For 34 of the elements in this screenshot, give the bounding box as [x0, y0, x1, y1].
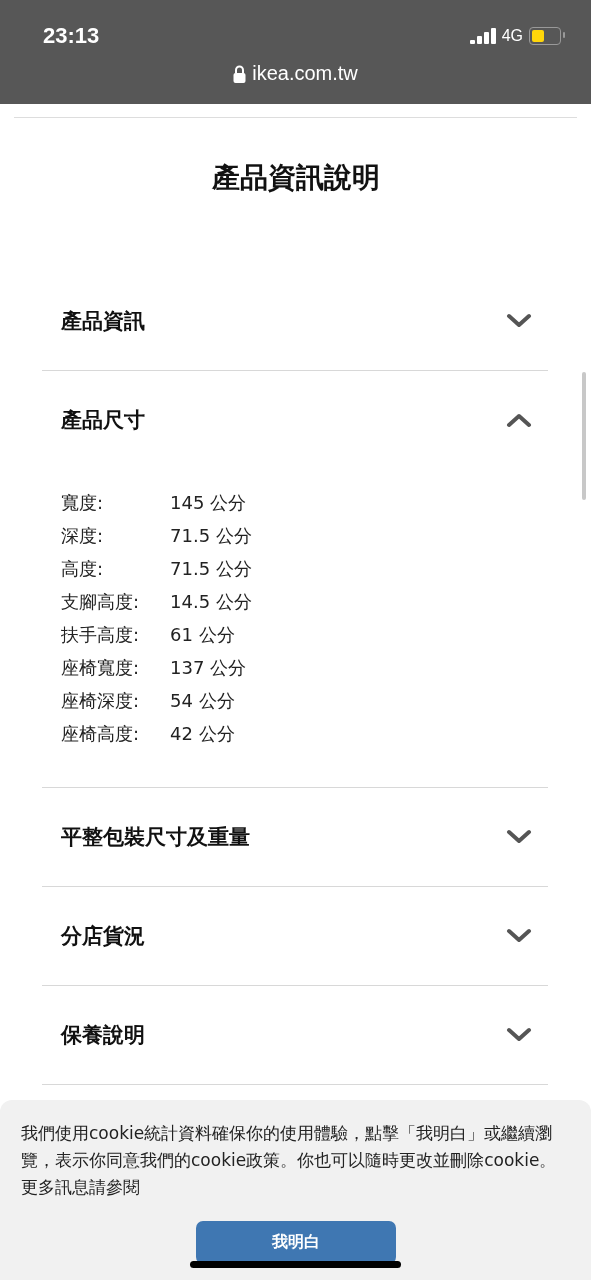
dimension-label: 深度: [61, 524, 105, 548]
chevron-down-icon [506, 829, 532, 845]
accordion-header[interactable]: 分店貨況 [42, 887, 548, 985]
dimension-label: 寬度: [61, 491, 105, 515]
dimension-value: 71.5 公分 [170, 557, 253, 581]
dimension-value: 137 公分 [170, 656, 248, 680]
cookie-notice: 我們使用cookie統計資料確保你的使用體驗，點擊「我明白」或繼續瀏覽，表示你同意我們的cookie政策。你也可以隨時更改並刪除cookie。更多訊息請參閱 [21, 1122, 558, 1199]
dimension-label: 座椅深度: [61, 689, 141, 713]
page-title: 產品資訊說明 [210, 160, 381, 196]
status-time: 23:13 [43, 23, 100, 49]
signal-icon [469, 28, 496, 44]
accept-button[interactable]: 我明白 [196, 1221, 396, 1264]
chevron-up-icon [506, 412, 532, 428]
dimension-label: 支腳高度: [61, 590, 141, 614]
accordion-header[interactable]: 保養說明 [42, 986, 548, 1084]
dimension-label: 座椅寬度: [61, 656, 141, 680]
chevron-down-icon [506, 928, 532, 944]
dimension-value: 71.5 公分 [170, 524, 253, 548]
dimension-value: 145 公分 [170, 491, 248, 515]
dimension-value: 42 公分 [170, 722, 236, 746]
dimension-label: 高度: [61, 557, 105, 581]
dimension-label: 座椅高度: [61, 722, 141, 746]
chevron-down-icon [506, 1027, 532, 1043]
chevron-down-icon [506, 313, 532, 329]
dimension-value: 54 公分 [170, 689, 236, 713]
dimension-label: 扶手高度: [61, 623, 141, 647]
url-text[interactable]: ikea.com.tw [252, 62, 358, 85]
dimension-value: 61 公分 [170, 623, 236, 647]
lock-icon [233, 64, 247, 83]
dimension-value: 14.5 公分 [170, 590, 253, 614]
network-type: 4G [501, 27, 523, 45]
accordion-header[interactable]: 平整包裝尺寸及重量 [42, 788, 548, 886]
accordion-header[interactable]: 產品資訊 [42, 272, 548, 370]
accordion-header[interactable]: 產品尺寸 [42, 371, 548, 469]
